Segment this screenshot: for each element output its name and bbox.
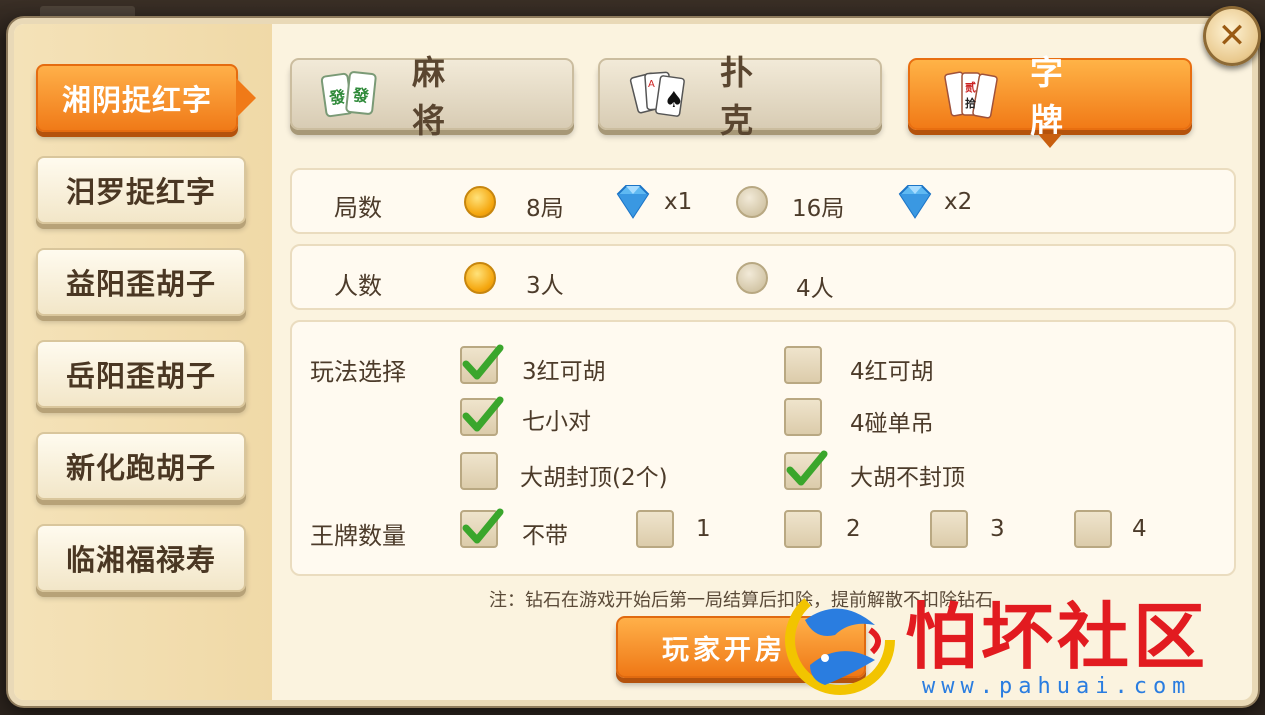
game-list-sidebar: 湘阴捉红字 汨罗捉红字 益阳歪胡子 岳阳歪胡子 新化跑胡子 临湘福禄寿 [14, 24, 272, 700]
king-none-label: 不带 [522, 523, 568, 549]
rounds-8-radio[interactable] [464, 186, 496, 218]
sidebar-item-label: 益阳歪胡子 [65, 267, 216, 301]
rounds-8-label: 8局 [526, 196, 564, 222]
rounds-16-cost: x2 [944, 189, 973, 215]
rule-dahu-capped-label: 大胡封顶(2个) [520, 465, 668, 491]
players-4-radio[interactable] [736, 262, 768, 294]
players-label: 人数 [334, 272, 382, 300]
rule-qixiaodui-checkbox[interactable] [460, 396, 504, 436]
watermark-url: www.pahuai.com [922, 674, 1192, 699]
players-3-label: 3人 [526, 273, 564, 299]
svg-text:贰: 贰 [965, 80, 976, 94]
watermark-logo-icon [785, 585, 895, 695]
rule-4hong-checkbox[interactable] [784, 346, 822, 384]
rules-box: 玩法选择 3红可胡 4红可胡 七小对 4碰单吊 大胡封顶(2个) 大胡不封顶 王… [290, 320, 1236, 576]
king-3-label: 3 [990, 516, 1005, 542]
rule-4hong-label: 4红可胡 [850, 359, 934, 385]
svg-text:A: A [648, 79, 655, 90]
rule-dahu-uncapped-label: 大胡不封顶 [850, 465, 965, 491]
rule-qixiaodui-label: 七小对 [522, 409, 591, 435]
rule-dahu-capped-checkbox[interactable] [460, 452, 498, 490]
players-4-label: 4人 [796, 276, 834, 302]
tab-mahjong[interactable]: 發 發 麻将 [290, 53, 574, 140]
sidebar-item-miluo[interactable]: 汨罗捉红字 [36, 156, 246, 224]
king-4-label: 4 [1132, 516, 1147, 542]
checkmark-icon [462, 344, 504, 380]
rule-3hong-label: 3红可胡 [522, 359, 606, 385]
sidebar-item-label: 湘阴捉红字 [61, 83, 212, 117]
sidebar-item-label: 临湘福禄寿 [65, 543, 216, 577]
king-none-checkbox[interactable] [460, 508, 504, 548]
sidebar-item-yueyang[interactable]: 岳阳歪胡子 [36, 340, 246, 408]
close-icon: ✕ [1217, 16, 1247, 56]
rounds-16-label: 16局 [792, 196, 845, 222]
rules-label: 玩法选择 [310, 358, 406, 386]
rounds-16-radio[interactable] [736, 186, 768, 218]
sidebar-item-label: 新化跑胡子 [65, 451, 216, 485]
sidebar-item-linxiang[interactable]: 临湘福禄寿 [36, 524, 246, 592]
king-1-label: 1 [696, 516, 711, 542]
checkmark-icon [786, 450, 828, 486]
rule-dahu-uncapped-checkbox[interactable] [784, 450, 828, 490]
sidebar-item-xinhua[interactable]: 新化跑胡子 [36, 432, 246, 500]
king-3-checkbox[interactable] [930, 510, 968, 548]
svg-text:拾: 拾 [965, 96, 976, 110]
players-3-radio[interactable] [464, 262, 496, 294]
king-2-checkbox[interactable] [784, 510, 822, 548]
watermark-text: 怕坏社区 [905, 594, 1210, 679]
svg-text:發: 發 [351, 85, 371, 106]
rule-4peng-checkbox[interactable] [784, 398, 822, 436]
tab-poker[interactable]: ♠ A 扑克 [598, 53, 882, 140]
rounds-label: 局数 [334, 194, 382, 222]
svg-text:♠: ♠ [664, 88, 684, 113]
rule-3hong-checkbox[interactable] [460, 344, 504, 384]
rounds-row: 局数 8局 x1 16局 x2 [290, 168, 1236, 234]
king-4-checkbox[interactable] [1074, 510, 1112, 548]
close-button[interactable]: ✕ [1203, 6, 1261, 66]
tab-word-cards[interactable]: 贰 拾 字牌 [908, 53, 1192, 148]
create-room-label: 玩家开房 [662, 634, 786, 666]
mahjong-tile-icon: 發 發 [320, 71, 377, 118]
sidebar-item-xiangyin[interactable]: 湘阴捉红字 [36, 64, 256, 132]
rounds-8-cost: x1 [664, 189, 693, 215]
checkmark-icon [462, 396, 504, 432]
players-row: 人数 3人 4人 [290, 244, 1236, 310]
diamond-icon [898, 185, 932, 219]
king-cards-label: 王牌数量 [310, 522, 406, 550]
tab-label: 扑克 [720, 53, 811, 140]
king-2-label: 2 [846, 516, 861, 542]
tab-label: 麻将 [412, 53, 503, 140]
rule-4peng-label: 4碰单吊 [850, 411, 934, 437]
diamond-icon [616, 185, 650, 219]
checkmark-icon [462, 508, 504, 544]
sidebar-item-label: 岳阳歪胡子 [65, 359, 216, 393]
sidebar-item-label: 汨罗捉红字 [65, 175, 216, 209]
sidebar-item-yiyang[interactable]: 益阳歪胡子 [36, 248, 246, 316]
word-cards-icon: 贰 拾 [944, 71, 998, 119]
king-1-checkbox[interactable] [636, 510, 674, 548]
playing-cards-icon: ♠ A [629, 71, 685, 117]
tab-label: 字牌 [1030, 53, 1121, 140]
